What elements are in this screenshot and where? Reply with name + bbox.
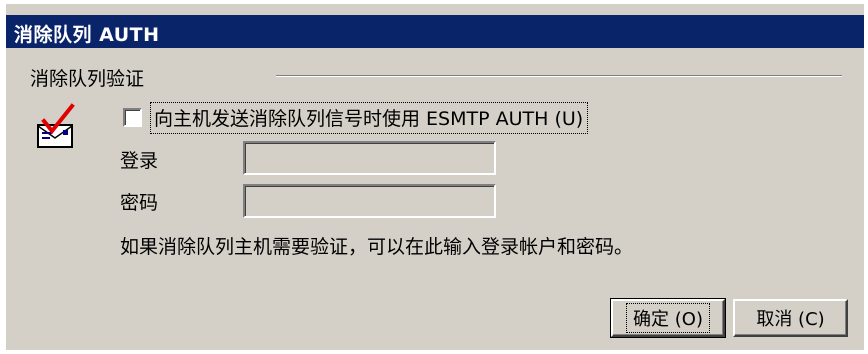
info-text: 如果消除队列主机需要验证，可以在此输入登录帐户和密码。 — [120, 236, 634, 258]
login-label: 登录 — [120, 150, 159, 172]
mail-check-icon — [37, 103, 75, 148]
title-bar[interactable]: 消除队列 AUTH — [6, 15, 864, 48]
login-field[interactable] — [243, 141, 496, 175]
ok-button[interactable]: 确定 (O) — [610, 298, 726, 338]
cancel-button[interactable]: 取消 (C) — [733, 299, 848, 337]
group-divider — [276, 75, 842, 77]
esmtp-auth-label[interactable]: 向主机发送消除队列信号时使用 ESMTP AUTH (U) — [150, 102, 589, 134]
password-label: 密码 — [120, 192, 159, 214]
esmtp-auth-checkbox[interactable] — [123, 108, 142, 127]
password-field[interactable] — [243, 184, 496, 218]
window-title: 消除队列 AUTH — [14, 24, 160, 46]
group-label: 消除队列验证 — [30, 68, 145, 90]
window: 消除队列 AUTH 消除队列验证 向主机发送消除队列信号时使用 ESMTP AU… — [0, 0, 868, 354]
cancel-button-label: 取消 (C) — [756, 309, 825, 330]
ok-button-label: 确定 (O) — [626, 303, 710, 333]
